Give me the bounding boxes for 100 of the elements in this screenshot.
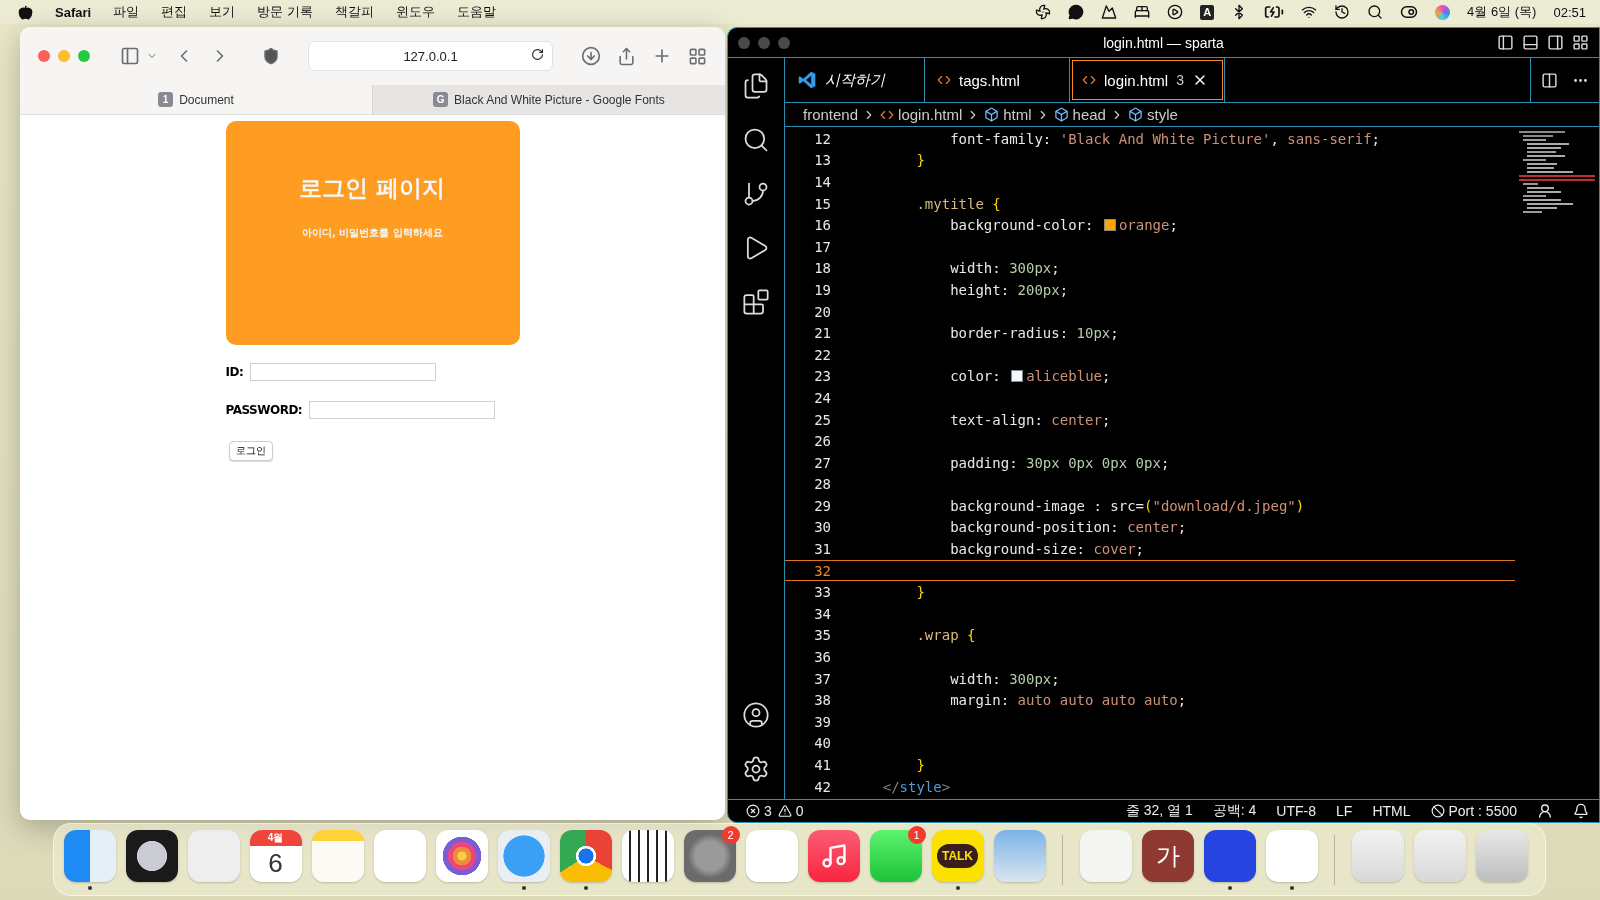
toggle-icon[interactable] bbox=[1400, 3, 1419, 21]
cursor-position[interactable]: 줄 32, 열 1 bbox=[1125, 802, 1193, 820]
encoding[interactable]: UTF-8 bbox=[1276, 803, 1317, 819]
extensions-icon[interactable] bbox=[742, 288, 770, 316]
line-ending[interactable]: LF bbox=[1336, 803, 1353, 819]
app-tile[interactable]: TALK bbox=[931, 829, 984, 882]
address-field[interactable]: 127.0.0.1 bbox=[308, 41, 553, 71]
app-menu[interactable]: Safari bbox=[55, 4, 92, 20]
error-count[interactable]: 3 bbox=[764, 803, 772, 819]
menu-item[interactable]: 방문 기록 bbox=[257, 3, 313, 21]
branch-icon[interactable] bbox=[742, 180, 770, 208]
notification-badge: 2 bbox=[721, 825, 740, 844]
menu-item[interactable]: 편집 bbox=[161, 3, 188, 21]
code-brackets-icon bbox=[1082, 73, 1096, 87]
person-icon[interactable] bbox=[1537, 803, 1553, 819]
editor-tab[interactable]: tags.html bbox=[925, 58, 1070, 102]
window-dot[interactable] bbox=[778, 36, 790, 49]
play-icon[interactable] bbox=[1167, 4, 1184, 20]
line-number: 25 bbox=[813, 411, 832, 428]
account-icon[interactable] bbox=[742, 701, 770, 729]
split-editor-icon[interactable] bbox=[1541, 71, 1558, 89]
mountain-icon[interactable] bbox=[1101, 4, 1118, 20]
sidebar-icon[interactable] bbox=[120, 46, 140, 66]
editor-tab[interactable]: 시작하기 bbox=[785, 58, 925, 102]
notification-badge: 1 bbox=[907, 825, 926, 844]
menu-item[interactable]: 윈도우 bbox=[395, 3, 435, 21]
editor-tab[interactable]: login.html 3 bbox=[1070, 58, 1225, 102]
input-field[interactable] bbox=[309, 401, 496, 419]
clock-history-icon[interactable] bbox=[1334, 4, 1351, 20]
menu-item[interactable]: 파일 bbox=[113, 3, 140, 21]
code-text: orange; bbox=[1118, 217, 1178, 234]
page-title: 로그인 페이지 bbox=[299, 174, 446, 203]
search-icon[interactable] bbox=[742, 126, 770, 154]
talk-label: TALK bbox=[936, 843, 979, 868]
search-icon[interactable] bbox=[1367, 4, 1384, 20]
field-label: ID: bbox=[225, 365, 244, 379]
shield-icon[interactable] bbox=[262, 47, 280, 65]
menu-item[interactable]: 책갈피 bbox=[334, 3, 374, 21]
line-number: 28 bbox=[813, 476, 832, 493]
flower-icon[interactable] bbox=[435, 829, 488, 882]
menu-item[interactable]: 보기 bbox=[209, 3, 236, 21]
breadcrumb-item[interactable]: head bbox=[1072, 106, 1106, 123]
close-button[interactable] bbox=[38, 50, 50, 62]
menu-item[interactable]: 도움말 bbox=[456, 3, 496, 21]
layout-icon[interactable] bbox=[1572, 34, 1589, 51]
siri-orb-icon[interactable] bbox=[1435, 4, 1451, 20]
bell-icon[interactable] bbox=[1573, 803, 1589, 819]
code-line: height: 200px; bbox=[949, 281, 1069, 298]
ban-icon[interactable] bbox=[1430, 804, 1445, 818]
line-number: 29 bbox=[813, 497, 832, 514]
cube-icon bbox=[1053, 107, 1069, 122]
breadcrumb-item[interactable]: login.html bbox=[898, 106, 963, 123]
line-number: 33 bbox=[813, 584, 832, 601]
language-mode[interactable]: HTML bbox=[1372, 803, 1411, 819]
breadcrumb-item[interactable]: frontend bbox=[803, 106, 859, 123]
breadcrumb-item[interactable]: html bbox=[1003, 106, 1032, 123]
music-note-icon[interactable] bbox=[807, 829, 860, 882]
window-dot[interactable] bbox=[738, 36, 750, 49]
input-field[interactable] bbox=[250, 363, 437, 381]
screenshot-thumbnail[interactable] bbox=[1413, 829, 1466, 882]
app-tile[interactable]: 가 bbox=[1141, 829, 1194, 882]
sidebar-toggle-icon[interactable] bbox=[1497, 34, 1514, 51]
wifi-icon[interactable] bbox=[1301, 4, 1318, 20]
code-line: .mytitle { bbox=[915, 195, 1001, 212]
window-dot[interactable] bbox=[758, 36, 770, 49]
apple-icon[interactable] bbox=[18, 4, 33, 20]
panel-toggle-icon[interactable] bbox=[1522, 34, 1539, 51]
warning-count[interactable]: 0 bbox=[795, 803, 804, 819]
code-line: background-image : src=("download/d.jpeg") bbox=[949, 497, 1305, 514]
menu-date[interactable]: 4월 6일 (목) bbox=[1467, 3, 1537, 21]
breadcrumb-item[interactable]: style bbox=[1146, 106, 1178, 123]
chat-bubble-icon[interactable] bbox=[1068, 4, 1085, 20]
menu-time[interactable]: 02:51 bbox=[1553, 4, 1586, 20]
code-line: text-align: center; bbox=[949, 411, 1111, 428]
files-icon[interactable] bbox=[742, 72, 770, 100]
bed-icon[interactable] bbox=[1134, 4, 1151, 20]
warning-icon[interactable] bbox=[777, 804, 792, 818]
secondary-sidebar-icon[interactable] bbox=[1547, 34, 1564, 51]
code-line: } bbox=[915, 152, 925, 169]
share-icon[interactable] bbox=[617, 46, 636, 66]
line-number: 34 bbox=[813, 605, 832, 622]
error-icon[interactable] bbox=[746, 804, 760, 818]
code-text: background-color: bbox=[949, 217, 1095, 234]
tab-overview-icon[interactable] bbox=[688, 46, 707, 66]
fan-icon[interactable] bbox=[1035, 4, 1052, 20]
chrome-logo-icon[interactable] bbox=[559, 829, 612, 882]
app-tile[interactable]: 4월 6 bbox=[249, 829, 302, 882]
dictionary-label: 가 bbox=[1155, 843, 1180, 868]
reload-icon[interactable] bbox=[531, 48, 544, 61]
download-icon[interactable] bbox=[581, 46, 601, 66]
login-button[interactable]: 로그인 bbox=[228, 441, 273, 461]
screenshot-thumbnail[interactable] bbox=[1351, 829, 1404, 882]
input-source[interactable]: A bbox=[1200, 4, 1215, 20]
settings-icon[interactable] bbox=[742, 755, 770, 783]
code-text: aliceblue; bbox=[1026, 368, 1111, 385]
indent-setting[interactable]: 공백: 4 bbox=[1212, 802, 1257, 820]
browser-tab[interactable]: G Black And White Picture - Google Fonts bbox=[372, 85, 725, 114]
live-server-port[interactable]: Port : 5500 bbox=[1448, 803, 1517, 819]
piano-keys-icon[interactable] bbox=[621, 829, 674, 882]
tab-title: Document bbox=[179, 92, 234, 107]
